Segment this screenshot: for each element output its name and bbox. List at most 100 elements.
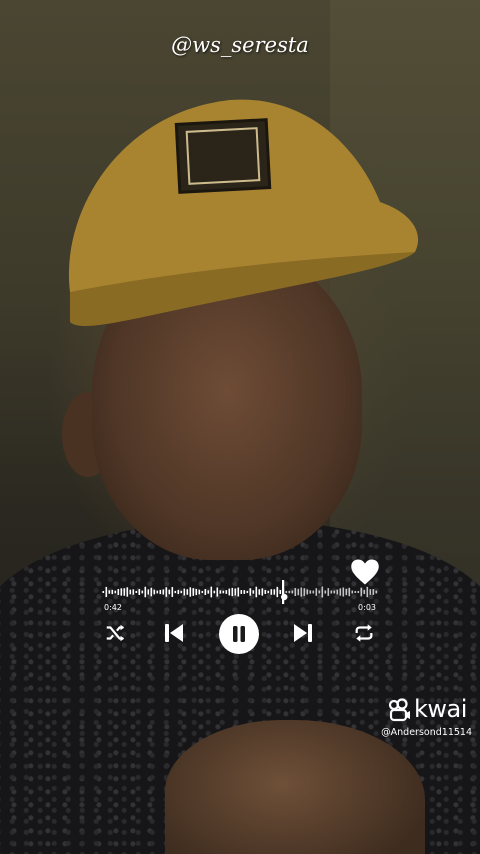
waveform-bar	[264, 590, 267, 594]
waveform-bar	[348, 587, 351, 597]
kwai-brand: kwai	[386, 695, 476, 724]
waveform-bar	[147, 589, 150, 595]
waveform-bar	[105, 586, 108, 598]
waveform-bar	[339, 588, 342, 596]
waveform-bar	[300, 587, 303, 597]
playhead-marker[interactable]	[282, 580, 285, 604]
waveform-bar	[285, 590, 288, 594]
waveform-bar	[375, 590, 378, 594]
waveform-bar	[219, 590, 222, 594]
waveform-bar	[279, 590, 282, 594]
audio-waveform-scrubber[interactable]	[102, 580, 378, 604]
waveform-bar	[129, 589, 132, 595]
skip-previous-icon[interactable]	[162, 621, 186, 645]
repeat-icon[interactable]	[353, 622, 375, 644]
waveform-bar	[249, 588, 252, 596]
waveform-bar	[324, 590, 327, 594]
waveform-bar	[189, 587, 192, 597]
video-frame: @ws_seresta 0:42 0:03 kwai @Andersond115…	[0, 0, 480, 854]
waveform-bar	[156, 590, 159, 594]
waveform-bar	[138, 589, 141, 595]
waveform-bar	[159, 589, 162, 595]
kwai-logo-icon	[388, 698, 410, 722]
waveform-bar	[288, 590, 291, 594]
waveform-bar	[360, 587, 363, 597]
waveform-bar	[306, 589, 309, 595]
waveform-bar	[291, 590, 294, 594]
waveform-bar	[369, 589, 372, 595]
waveform-bar	[177, 589, 180, 595]
waveform-bar	[318, 590, 321, 594]
waveform-bar	[351, 590, 354, 594]
waveform-bar	[270, 589, 273, 595]
waveform-bar	[198, 589, 201, 595]
waveform-bar	[108, 590, 111, 594]
shuffle-icon[interactable]	[104, 622, 126, 644]
uploader-username: @Andersond11514	[381, 727, 472, 738]
kwai-wordmark: kwai	[414, 695, 467, 723]
skip-next-icon[interactable]	[291, 621, 315, 645]
waveform-bar	[363, 589, 366, 595]
waveform-bar	[126, 587, 129, 597]
elapsed-time: 0:42	[104, 603, 122, 612]
waveform-bar	[204, 589, 207, 595]
waveform-bar	[231, 587, 234, 597]
waveform-bar	[372, 589, 375, 595]
waveform-bar	[276, 586, 279, 598]
waveform-bar	[123, 588, 126, 596]
waveform-bar	[201, 590, 204, 594]
playback-controls	[96, 614, 384, 656]
waveform-bar	[333, 590, 336, 594]
waveform-bar	[174, 590, 177, 594]
waveform-bar	[342, 587, 345, 597]
waveform-bar	[120, 588, 123, 596]
waveform-bar	[315, 588, 318, 596]
waveform-bar	[321, 586, 324, 598]
remaining-time: 0:03	[358, 603, 376, 612]
waveform-bar	[216, 587, 219, 597]
waveform-bar	[330, 590, 333, 594]
waveform-bar	[168, 589, 171, 595]
cap	[68, 99, 419, 327]
waveform-bar	[255, 586, 258, 598]
waveform-bar	[246, 590, 249, 594]
waveform-bar	[114, 590, 117, 594]
waveform-bar	[171, 587, 174, 597]
waveform-bar	[210, 586, 213, 598]
waveform-bar	[186, 589, 189, 595]
waveform-bar	[309, 590, 312, 594]
waveform-bar	[243, 590, 246, 594]
waveform-bar	[267, 590, 270, 594]
waveform-bar	[345, 588, 348, 596]
waveform-bar	[117, 589, 120, 595]
waveform-bar	[144, 586, 147, 598]
waveform-bar	[153, 589, 156, 595]
waveform-bar	[336, 589, 339, 595]
waveform-bar	[327, 588, 330, 596]
waveform-bar	[192, 588, 195, 596]
waveform-bar	[228, 588, 231, 596]
waveform-bar	[297, 588, 300, 596]
waveform-bar	[366, 586, 369, 598]
waveform-bar	[132, 589, 135, 595]
waveform-bar	[162, 589, 165, 595]
waveform-bar	[240, 590, 243, 594]
waveform-bar	[303, 588, 306, 596]
waveform-bar	[354, 590, 357, 594]
waveform-bar	[357, 590, 360, 594]
waveform-bar	[141, 590, 144, 594]
waveform-bar	[165, 587, 168, 597]
waveform-bar	[261, 588, 264, 596]
waveform-bar	[252, 590, 255, 594]
waveform-bar	[150, 587, 153, 597]
waveform-bar	[207, 590, 210, 594]
waveform-bar	[273, 589, 276, 595]
creator-watermark: @ws_seresta	[171, 33, 309, 57]
waveform-bar	[111, 589, 114, 595]
waveform-bar	[225, 590, 228, 594]
waveform-bar	[258, 589, 261, 595]
waveform-bar	[234, 588, 237, 596]
waveform-bar	[213, 590, 216, 594]
progress-knob[interactable]	[281, 593, 288, 601]
pause-button[interactable]	[219, 614, 259, 654]
